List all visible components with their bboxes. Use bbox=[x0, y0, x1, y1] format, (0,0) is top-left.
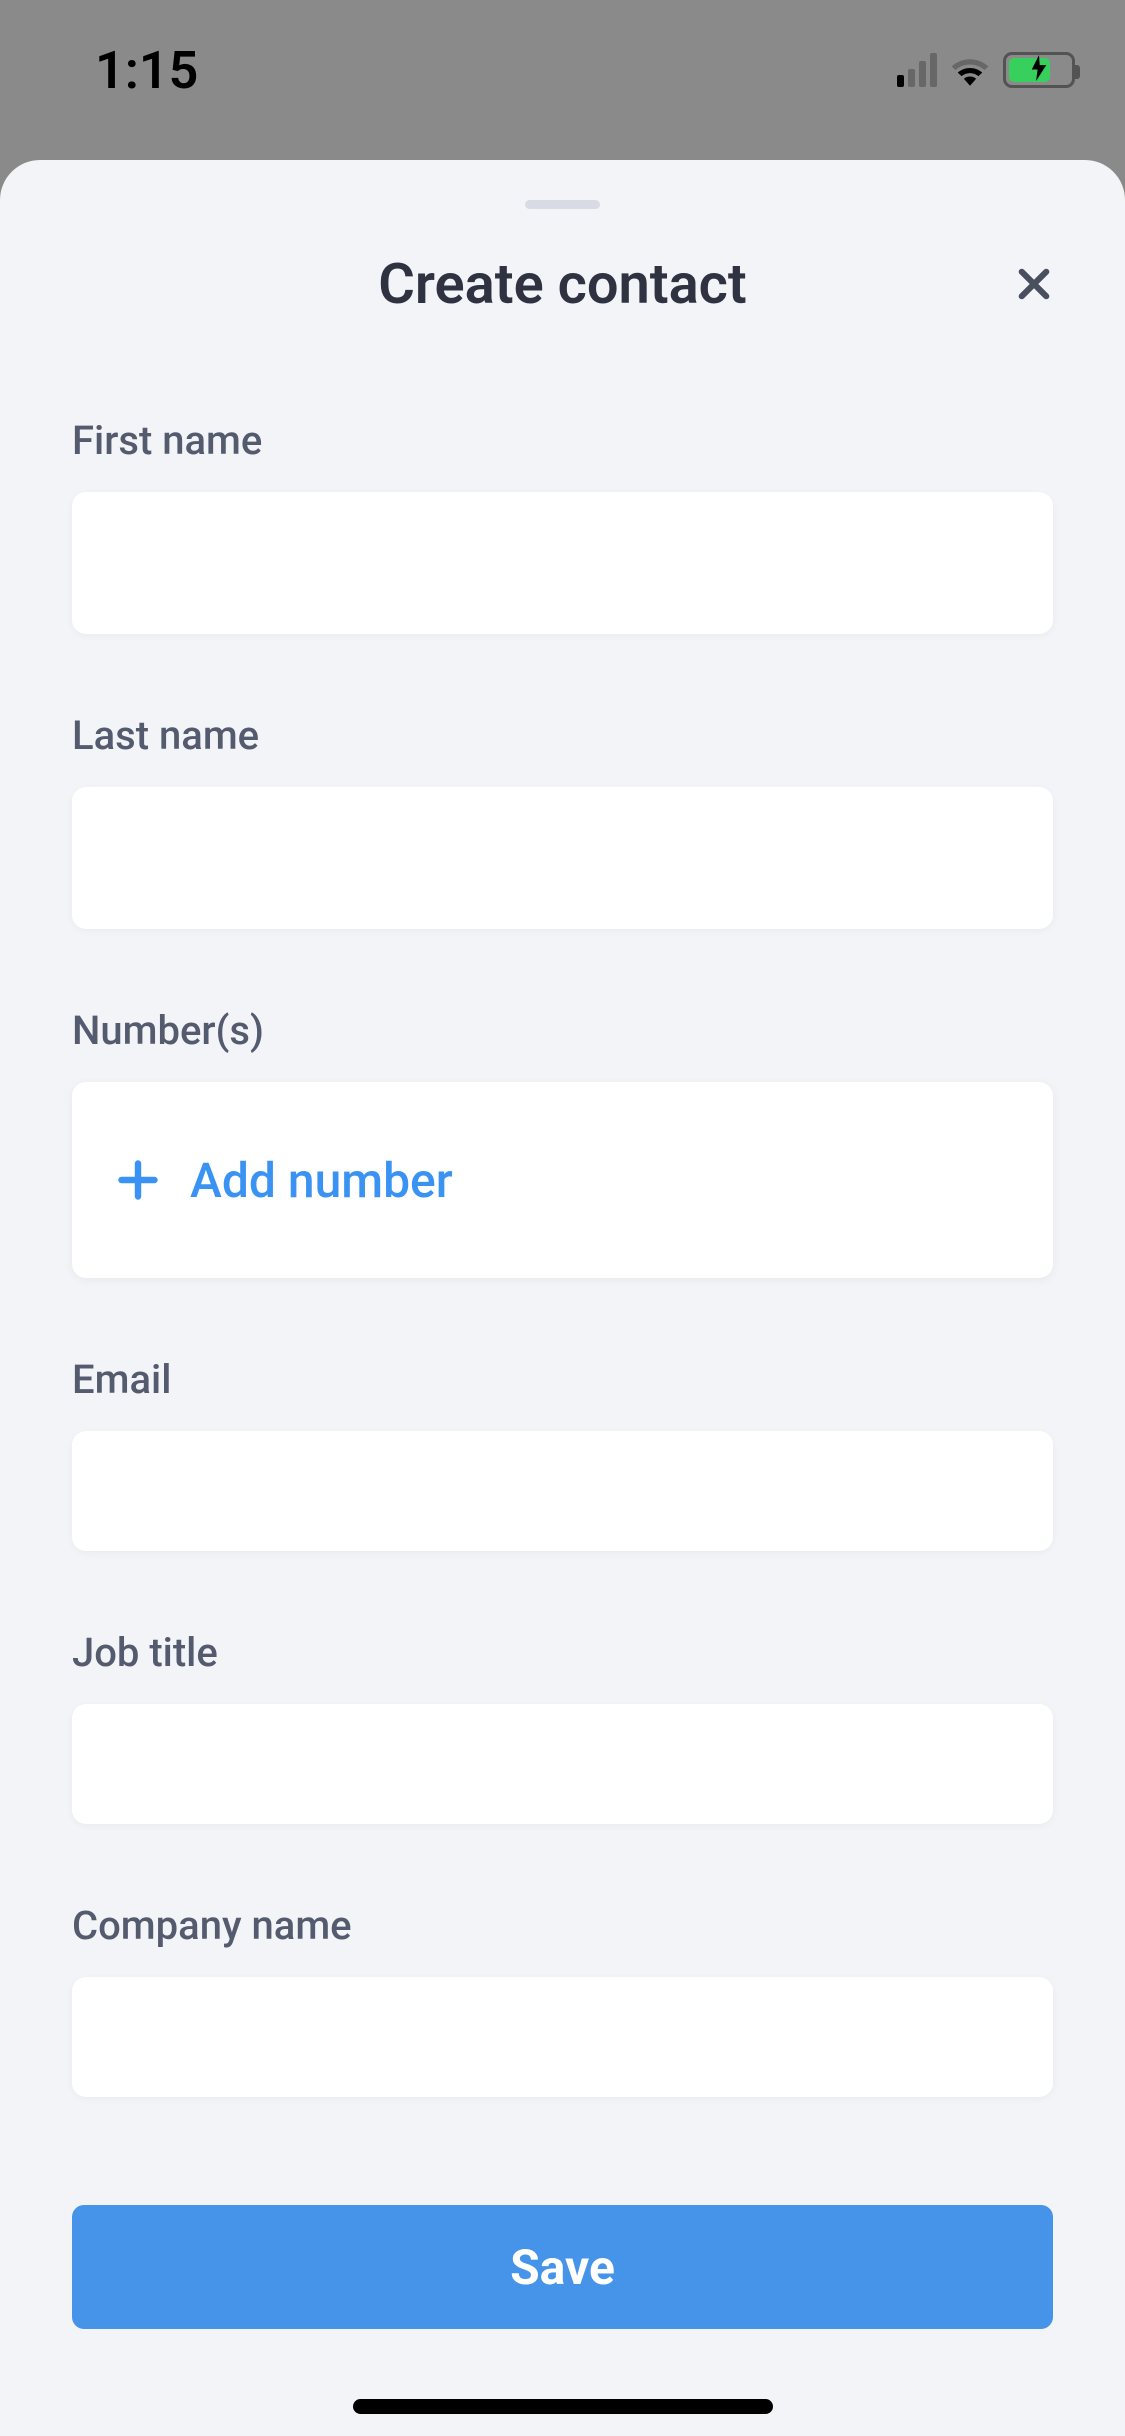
create-contact-sheet: Create contact First name Last name Numb… bbox=[0, 160, 1125, 2436]
email-label: Email bbox=[72, 1356, 1053, 1403]
status-bar: 1:15 bbox=[0, 40, 1125, 100]
last-name-label: Last name bbox=[72, 712, 1053, 759]
drag-handle[interactable] bbox=[525, 200, 600, 209]
first-name-label: First name bbox=[72, 417, 1053, 464]
add-number-button[interactable]: Add number bbox=[72, 1082, 1053, 1278]
save-button[interactable]: Save bbox=[72, 2205, 1053, 2329]
company-name-group: Company name bbox=[72, 1902, 1053, 2097]
company-name-label: Company name bbox=[72, 1902, 1053, 1949]
status-indicators bbox=[897, 52, 1075, 88]
job-title-group: Job title bbox=[72, 1629, 1053, 1824]
company-name-input[interactable] bbox=[72, 1977, 1053, 2097]
close-button[interactable] bbox=[1003, 253, 1065, 315]
last-name-group: Last name bbox=[72, 712, 1053, 929]
plus-icon bbox=[116, 1158, 160, 1202]
last-name-input[interactable] bbox=[72, 787, 1053, 929]
battery-icon bbox=[1003, 52, 1075, 88]
job-title-input[interactable] bbox=[72, 1704, 1053, 1824]
email-input[interactable] bbox=[72, 1431, 1053, 1551]
sheet-header: Create contact bbox=[0, 251, 1125, 317]
first-name-group: First name bbox=[72, 417, 1053, 634]
home-indicator[interactable] bbox=[353, 2399, 773, 2414]
add-number-label: Add number bbox=[190, 1152, 453, 1209]
numbers-label: Number(s) bbox=[72, 1007, 1053, 1054]
numbers-group: Number(s) Add number bbox=[72, 1007, 1053, 1278]
first-name-input[interactable] bbox=[72, 492, 1053, 634]
cellular-signal-icon bbox=[897, 53, 937, 87]
contact-form: First name Last name Number(s) Add numbe… bbox=[0, 417, 1125, 2329]
email-group: Email bbox=[72, 1356, 1053, 1551]
job-title-label: Job title bbox=[72, 1629, 1053, 1676]
status-time: 1:15 bbox=[95, 40, 198, 101]
sheet-title: Create contact bbox=[60, 251, 1065, 317]
wifi-icon bbox=[949, 54, 991, 86]
close-icon bbox=[1013, 263, 1055, 305]
